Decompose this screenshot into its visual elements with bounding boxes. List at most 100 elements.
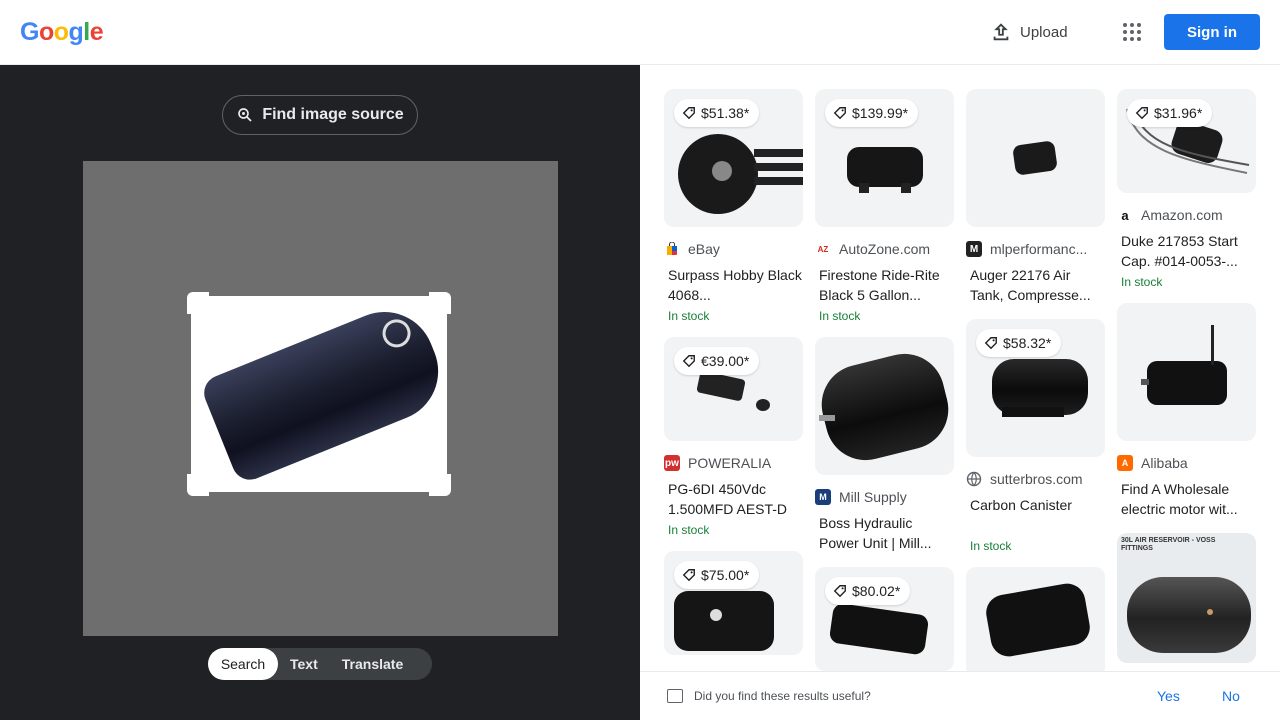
result-thumbnail[interactable] — [966, 567, 1105, 671]
stock-status: In stock — [668, 309, 710, 323]
thumbnail-caption: 30L AIR RESERVOIR - VOSS FITTINGS — [1121, 537, 1216, 552]
feedback-yes-button[interactable]: Yes — [1157, 688, 1180, 704]
price-badge: $51.38* — [674, 99, 760, 127]
stock-status: In stock — [1121, 275, 1163, 289]
tab-translate[interactable]: Translate — [330, 648, 415, 680]
crop-handle-bottom-right[interactable] — [429, 474, 451, 496]
crop-selection[interactable] — [187, 292, 454, 496]
results-column: $31.96* a Amazon.com Duke 217853 Start C… — [1117, 89, 1256, 671]
tag-icon — [682, 107, 695, 120]
tag-icon — [682, 355, 695, 368]
tab-text[interactable]: Text — [278, 648, 330, 680]
result-card[interactable]: $139.99* AZ AutoZone.com Firestone Ride-… — [815, 89, 954, 323]
feedback-no-button[interactable]: No — [1222, 688, 1240, 704]
tag-icon — [984, 337, 997, 350]
result-thumbnail[interactable] — [966, 89, 1105, 227]
result-thumbnail[interactable]: €39.00* — [664, 337, 803, 441]
result-title[interactable]: PG-6DI 450Vdc 1.500MFD AEST-D — [668, 479, 803, 519]
result-card[interactable] — [966, 567, 1105, 671]
crop-handle-bottom-left[interactable] — [187, 474, 209, 496]
find-image-source-button[interactable]: Find image source — [222, 95, 418, 135]
tag-icon — [682, 569, 695, 582]
result-source: a Amazon.com — [1117, 205, 1256, 225]
result-title[interactable]: Firestone Ride-Rite Black 5 Gallon... — [819, 265, 954, 305]
price-badge: $80.02* — [825, 577, 911, 605]
poweralia-icon: pw — [664, 455, 680, 471]
result-thumbnail[interactable]: $58.32* — [966, 319, 1105, 457]
ebay-icon — [664, 241, 680, 257]
price-badge: $58.32* — [976, 329, 1062, 357]
source-name: AutoZone.com — [839, 241, 931, 257]
source-name: Mill Supply — [839, 489, 907, 505]
result-thumbnail[interactable]: $51.38* — [664, 89, 803, 227]
stock-status: In stock — [668, 523, 710, 537]
stock-status: In stock — [819, 309, 861, 323]
source-name: POWERALIA — [688, 455, 772, 471]
google-logo[interactable]: Google — [20, 18, 104, 47]
autozone-icon: AZ — [815, 241, 831, 257]
feedback-question: Did you find these results useful? — [694, 689, 871, 703]
result-card[interactable]: $80.02* — [815, 567, 954, 671]
price-badge: €39.00* — [674, 347, 760, 375]
crop-handle-top-left[interactable] — [187, 292, 209, 314]
logo-letter: G — [20, 18, 39, 46]
upload-label: Upload — [1020, 23, 1068, 41]
globe-icon — [966, 471, 982, 487]
result-title[interactable]: Find A Wholesale electric motor wit... — [1121, 479, 1256, 519]
source-name: eBay — [688, 241, 720, 257]
alibaba-icon: A — [1117, 455, 1133, 471]
result-source: sutterbros.com — [966, 469, 1105, 489]
result-title[interactable]: Auger 22176 Air Tank, Compresse... — [970, 265, 1105, 305]
tab-search[interactable]: Search — [208, 648, 278, 680]
price-badge: $139.99* — [825, 99, 919, 127]
price-value: $51.38* — [701, 105, 750, 121]
tag-icon — [833, 585, 846, 598]
uploaded-image-preview — [83, 161, 558, 636]
result-card[interactable]: M mlperformanc... Auger 22176 Air Tank, … — [966, 89, 1105, 305]
tag-icon — [1135, 107, 1148, 120]
top-bar: Google Upload Sign in — [0, 0, 1280, 65]
result-card[interactable]: M Mill Supply Boss Hydraulic Power Unit … — [815, 337, 954, 553]
amazon-icon: a — [1117, 207, 1133, 223]
result-thumbnail[interactable] — [815, 337, 954, 475]
result-card[interactable]: €39.00* pw POWERALIA PG-6DI 450Vdc 1.500… — [664, 337, 803, 537]
result-title[interactable]: Boss Hydraulic Power Unit | Mill... — [819, 513, 954, 553]
crop-handle-top-right[interactable] — [429, 292, 451, 314]
logo-letter: o — [38, 18, 54, 46]
results-column: $51.38* eBay Surpass Hobby Black 4068...… — [664, 89, 803, 669]
result-card[interactable]: $75.00* — [664, 551, 803, 655]
feedback-icon — [667, 689, 683, 703]
result-card[interactable]: $58.32* sutterbros.com Carbon Canister I… — [966, 319, 1105, 553]
upload-icon — [993, 23, 1009, 41]
apps-grid-icon[interactable] — [1120, 20, 1144, 44]
find-image-source-label: Find image source — [262, 106, 404, 123]
sign-in-button[interactable]: Sign in — [1164, 14, 1260, 50]
result-card[interactable]: A Alibaba Find A Wholesale electric moto… — [1117, 303, 1256, 519]
result-thumbnail[interactable]: $80.02* — [815, 567, 954, 671]
mill-supply-icon: M — [815, 489, 831, 505]
result-source: M Mill Supply — [815, 487, 954, 507]
image-preview-panel: Find image source Search Text Translate — [0, 65, 640, 720]
result-card[interactable]: $31.96* a Amazon.com Duke 217853 Start C… — [1117, 89, 1256, 289]
result-thumbnail[interactable]: 30L AIR RESERVOIR - VOSS FITTINGS — [1117, 533, 1256, 663]
result-thumbnail[interactable] — [1117, 303, 1256, 441]
motor-image — [198, 296, 454, 486]
result-title[interactable]: Duke 217853 Start Cap. #014-0053-... — [1121, 231, 1256, 271]
upload-button[interactable]: Upload — [990, 20, 1068, 44]
results-column: M mlperformanc... Auger 22176 Air Tank, … — [966, 89, 1105, 671]
result-source: M mlperformanc... — [966, 239, 1105, 259]
result-card[interactable]: 30L AIR RESERVOIR - VOSS FITTINGS — [1117, 533, 1256, 663]
result-thumbnail[interactable]: $139.99* — [815, 89, 954, 227]
logo-letter: o — [53, 18, 69, 46]
result-thumbnail[interactable]: $31.96* — [1117, 89, 1256, 193]
mode-tabs: Search Text Translate — [208, 648, 432, 680]
result-title[interactable]: Surpass Hobby Black 4068... — [668, 265, 803, 305]
price-value: $80.02* — [852, 583, 901, 599]
result-card[interactable]: $51.38* eBay Surpass Hobby Black 4068...… — [664, 89, 803, 323]
result-source: eBay — [664, 239, 803, 259]
logo-letter: e — [89, 18, 104, 46]
result-thumbnail[interactable]: $75.00* — [664, 551, 803, 655]
price-value: $139.99* — [852, 105, 909, 121]
result-title[interactable]: Carbon Canister — [970, 495, 1105, 535]
feedback-bar: Did you find these results useful? Yes N… — [640, 671, 1280, 720]
